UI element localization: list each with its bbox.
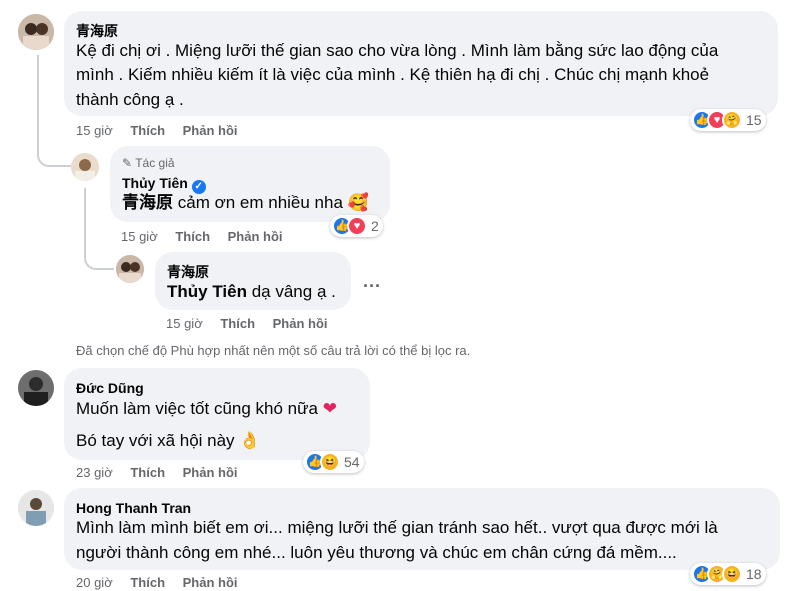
comment-text-line: mình . Kiếm nhiều kiếm ít là việc của mì… — [76, 65, 710, 84]
avatar[interactable] — [18, 370, 54, 406]
comment-text-line: Muốn làm việc tốt cũng khó nữa ❤ — [76, 396, 337, 422]
avatar[interactable] — [18, 14, 54, 50]
reaction-count: 54 — [344, 454, 360, 470]
avatar[interactable] — [116, 255, 144, 283]
ok-hand-icon: 👌 — [239, 431, 261, 450]
comment-body: Muốn làm việc tốt cũng khó nữa — [76, 399, 318, 418]
haha-reaction-icon: 😆 — [320, 452, 340, 472]
comment-time[interactable]: 15 giờ — [166, 316, 203, 331]
comment-author[interactable]: Hong Thanh Tran — [76, 500, 191, 516]
like-button[interactable]: Thích — [175, 229, 210, 244]
filter-notice: Đã chọn chế độ Phù hợp nhất nên một số c… — [76, 343, 471, 358]
haha-reaction-icon: 😆 — [722, 564, 742, 584]
reaction-summary[interactable]: 👍 🤗 😆 18 — [690, 563, 766, 585]
comment-body: dạ vâng ạ . — [251, 282, 336, 301]
author-name[interactable]: Thủy Tiên — [122, 175, 188, 191]
like-button[interactable]: Thích — [220, 316, 255, 331]
comment-body: cảm ơn em nhiều nha — [177, 193, 343, 212]
avatar[interactable] — [71, 153, 99, 181]
user-photo-icon — [18, 490, 54, 526]
comment-meta: 15 giờ Thích Phản hồi — [166, 316, 328, 331]
hug-emoji-icon: 🥰 — [347, 193, 369, 212]
like-button[interactable]: Thích — [130, 465, 165, 480]
mention-link[interactable]: Thủy Tiên — [167, 282, 247, 301]
author-badge-label: Tác giả — [135, 156, 175, 170]
reply-button[interactable]: Phản hồi — [228, 229, 283, 244]
reply-button[interactable]: Phản hồi — [273, 316, 328, 331]
care-reaction-icon: 🤗 — [722, 110, 742, 130]
like-button[interactable]: Thích — [130, 575, 165, 590]
reaction-summary[interactable]: 👍 😆 54 — [303, 451, 364, 473]
love-reaction-icon: ♥ — [347, 216, 367, 236]
comment-author[interactable]: Đức Dũng — [76, 380, 144, 396]
comment-text: 青海原 cảm ơn em nhiều nha 🥰 — [122, 190, 369, 216]
comment-text-line: Bó tay với xã hội này 👌 — [76, 428, 260, 454]
comment-meta: 23 giờ Thích Phản hồi — [76, 465, 238, 480]
comment-meta: 15 giờ Thích Phản hồi — [121, 229, 283, 244]
comment-time[interactable]: 23 giờ — [76, 465, 113, 480]
reaction-summary[interactable]: 👍 ♥ 2 — [330, 215, 383, 237]
comment-time[interactable]: 20 giờ — [76, 575, 113, 590]
reaction-summary[interactable]: 👍 ♥ 🤗 15 — [690, 109, 766, 131]
comment-time[interactable]: 15 giờ — [76, 123, 113, 138]
user-photo-icon — [18, 14, 54, 50]
comment-meta: 20 giờ Thích Phản hồi — [76, 575, 238, 590]
author-badge: ✎ Tác giả — [122, 156, 175, 170]
reply-button[interactable]: Phản hồi — [183, 123, 238, 138]
comment-text-line: người thành công em nhé... luôn yêu thươ… — [76, 543, 677, 562]
reaction-count: 18 — [746, 566, 762, 582]
red-heart-icon: ❤ — [322, 399, 337, 418]
comment-time[interactable]: 15 giờ — [121, 229, 158, 244]
user-photo-icon — [18, 370, 54, 406]
avatar[interactable] — [18, 490, 54, 526]
more-options-button[interactable]: ... — [363, 271, 381, 292]
reply-button[interactable]: Phản hồi — [183, 465, 238, 480]
like-button[interactable]: Thích — [130, 123, 165, 138]
reaction-count: 2 — [371, 218, 379, 234]
reply-button[interactable]: Phản hồi — [183, 575, 238, 590]
comment-text: Thủy Tiên dạ vâng ạ . — [167, 279, 336, 305]
pencil-icon: ✎ — [122, 156, 133, 170]
comment-body: Bó tay với xã hội này — [76, 431, 235, 450]
user-photo-icon — [71, 153, 99, 181]
comment-text-line: Kệ đi chị ơi . Miệng lưỡi thế gian sao c… — [76, 41, 719, 60]
comment-meta: 15 giờ Thích Phản hồi — [76, 123, 238, 138]
comment-text-line: Mình làm mình biết em ơi... miệng lưỡi t… — [76, 518, 718, 537]
reaction-count: 15 — [746, 112, 762, 128]
comment-text-line: thành công ạ . — [76, 90, 184, 109]
user-photo-icon — [116, 255, 144, 283]
mention-link[interactable]: 青海原 — [122, 193, 173, 212]
